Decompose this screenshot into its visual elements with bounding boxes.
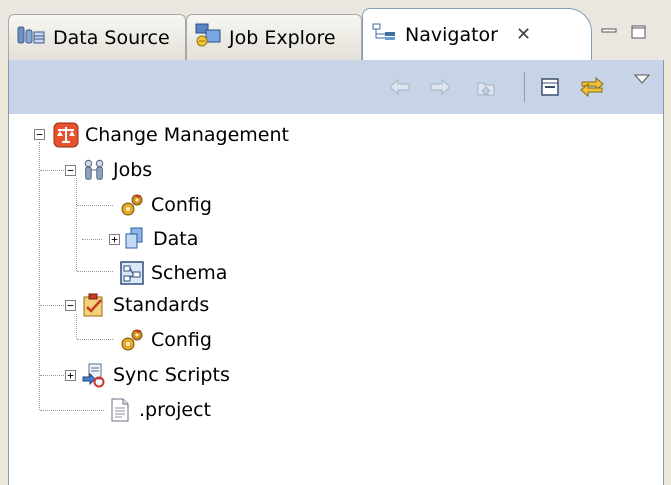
tree-item-standards[interactable]: Standards (81, 290, 209, 320)
up-icon[interactable] (473, 74, 499, 100)
data-source-icon (17, 24, 47, 51)
collapse-toggle[interactable]: − (65, 300, 76, 311)
tab-data-source[interactable]: Data Source (8, 14, 186, 60)
tree-item-data[interactable]: Data (121, 224, 198, 254)
forward-icon[interactable] (427, 74, 453, 100)
tree-item-schema[interactable]: Schema (119, 258, 227, 288)
tree-item-project-file[interactable]: .project (107, 395, 211, 425)
collapse-toggle[interactable]: − (65, 165, 76, 176)
sync-scripts-icon (81, 362, 107, 388)
tree-item-label: .project (139, 399, 211, 421)
tree-item-sync-scripts[interactable]: Sync Scripts (81, 360, 230, 390)
link-with-editor-icon[interactable] (579, 74, 605, 100)
minimize-icon[interactable] (600, 24, 618, 40)
change-management-icon (53, 122, 79, 148)
tree-item-label: Jobs (113, 159, 153, 181)
job-explorer-icon (193, 22, 223, 53)
data-icon (121, 226, 147, 252)
tab-navigator[interactable]: Navigator ✕ (362, 8, 592, 60)
view-menu-icon[interactable] (629, 66, 655, 92)
tab-job-explorer[interactable]: Job Explore (186, 14, 362, 60)
config-icon (119, 192, 145, 218)
expand-toggle[interactable]: + (65, 370, 76, 381)
tree-item-label: Standards (113, 294, 210, 316)
navigator-icon (371, 21, 399, 48)
view-toolbar (8, 60, 664, 114)
tree-item-label: Config (151, 194, 212, 216)
tree-item-jobs[interactable]: Jobs (81, 155, 152, 185)
tree-item-label: Config (151, 329, 212, 351)
file-icon (107, 397, 133, 423)
expand-toggle[interactable]: + (109, 234, 120, 245)
tab-navigator-label: Navigator (405, 23, 498, 46)
config-icon (119, 327, 145, 353)
collapse-all-icon[interactable] (537, 74, 563, 100)
toolbar-separator (524, 72, 525, 102)
tree-item-label: Sync Scripts (113, 364, 230, 386)
schema-icon (119, 260, 145, 286)
collapse-toggle[interactable]: − (34, 129, 45, 140)
tree-item-label: Schema (151, 262, 228, 284)
jobs-icon (81, 157, 107, 183)
back-icon[interactable] (387, 74, 413, 100)
tree-item-label: Change Management (85, 124, 289, 146)
tab-data-source-label: Data Source (53, 26, 170, 49)
navigator-view: Data Source Job Explore Navigator ✕ − − … (0, 0, 671, 485)
standards-icon (81, 292, 107, 318)
tree-item-change-management[interactable]: Change Management (53, 120, 289, 150)
close-icon[interactable]: ✕ (516, 24, 531, 45)
tree-item-label: Data (153, 228, 199, 250)
window-controls (600, 24, 648, 40)
tab-job-explorer-label: Job Explore (229, 26, 336, 49)
tree-item-config[interactable]: Config (119, 190, 212, 220)
project-tree: − − + − + Change Management Jobs Config … (8, 114, 664, 485)
tab-strip: Data Source Job Explore Navigator ✕ (0, 0, 671, 60)
tree-item-config[interactable]: Config (119, 325, 212, 355)
maximize-icon[interactable] (630, 24, 648, 40)
